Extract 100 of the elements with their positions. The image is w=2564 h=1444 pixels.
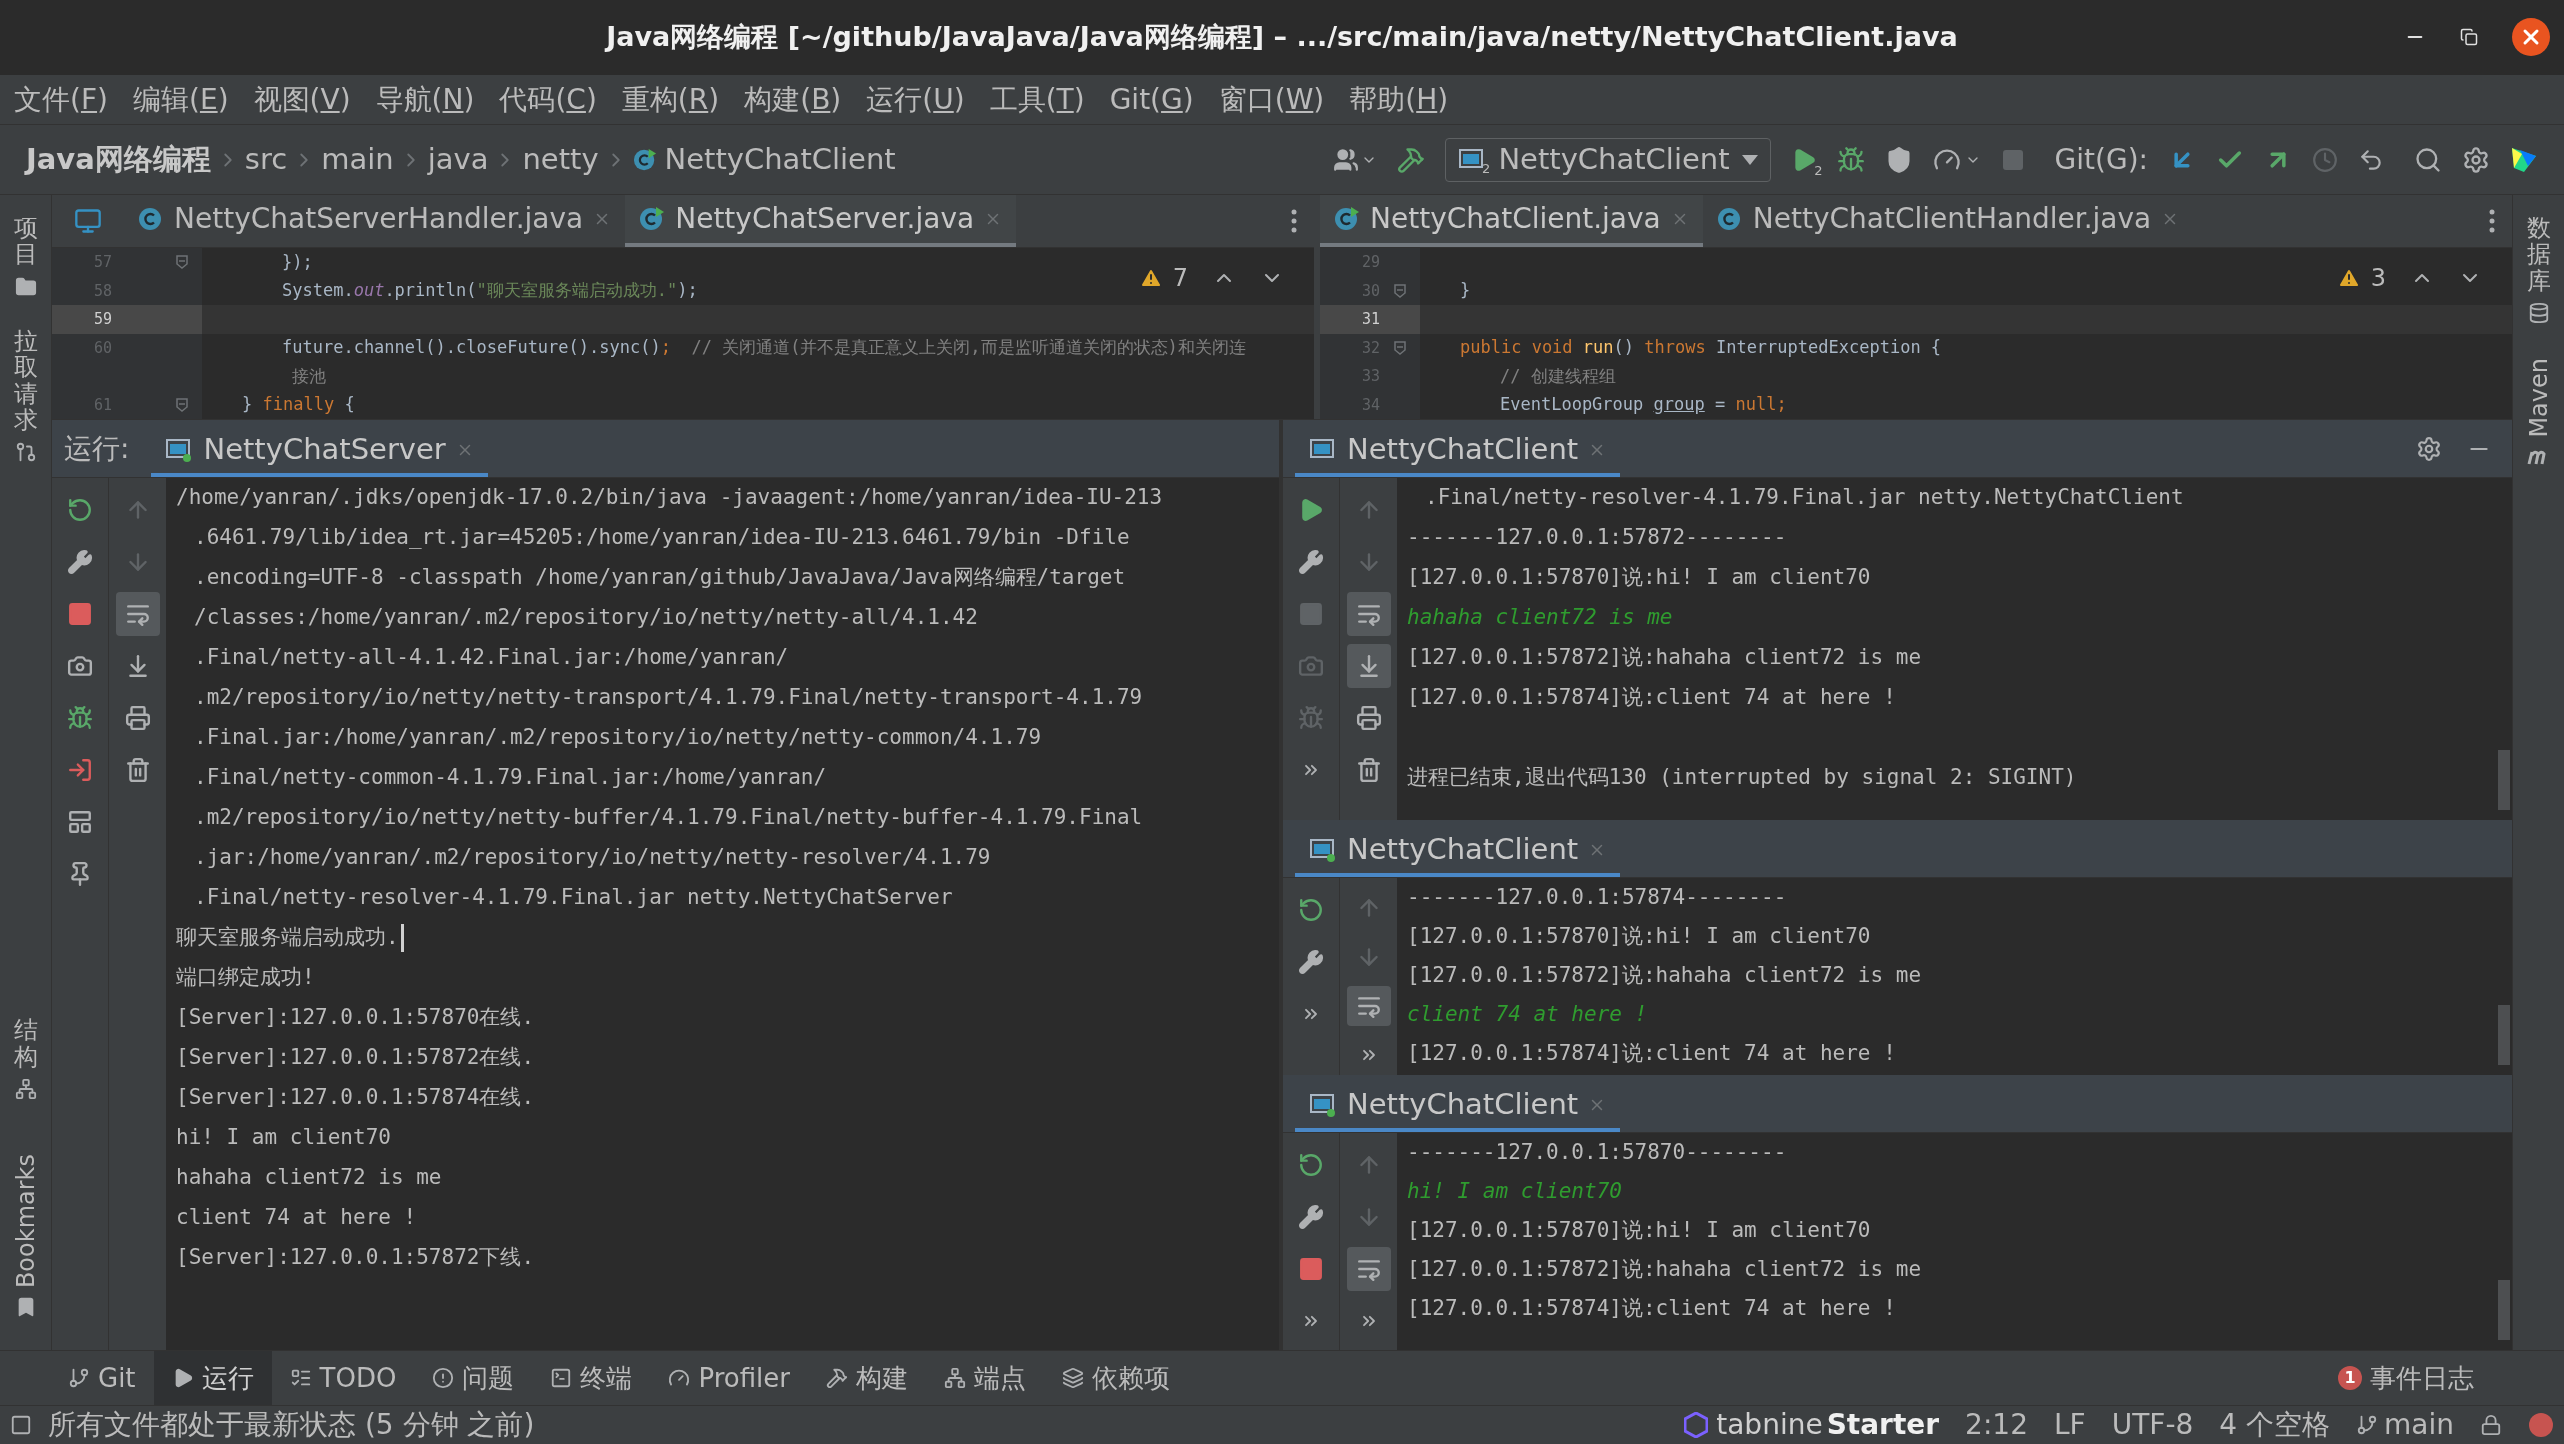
menu-item[interactable]: 运行(U) [866,78,965,121]
breadcrumb[interactable]: Java网络编程 [26,137,211,182]
tab-label: NettyChatServer.java [675,201,975,237]
fold-marker-icon[interactable] [176,397,188,412]
editor-tab[interactable]: NettyChatServer.java [625,195,1017,247]
tool-window-button[interactable]: 结构 [0,1005,51,1112]
console-line: [Server]:127.0.0.1:57874在线. [176,1084,535,1112]
tool-window-button[interactable]: Bookmarks [0,1141,51,1330]
breadcrumb[interactable]: NettyChatClient [632,137,896,182]
more-options-icon[interactable] [1291,209,1297,233]
more-options-icon[interactable] [2489,209,2495,233]
tool-window-tab[interactable]: 终端 [532,1350,651,1406]
search-icon[interactable] [2414,145,2442,174]
settings-icon[interactable] [2462,145,2490,174]
tool-window-button[interactable]: 项目 [0,203,51,310]
hammer-icon[interactable] [1397,145,1426,174]
menu-item[interactable]: 编辑(E) [133,78,229,121]
git-branch[interactable]: main [2356,1404,2454,1444]
console-line: [127.0.0.1:57872]说:hahaha client72 is me [1407,644,1922,672]
console-input-line: hahaha client72 is me [1407,604,1673,632]
event-log-button[interactable]: 1 事件日志 [2338,1358,2474,1398]
tabnine-widget[interactable]: tabnine Starter [1684,1404,1940,1444]
menu-item[interactable]: 导航(N) [375,78,475,121]
tool-window-tab[interactable]: Git [50,1350,154,1406]
breadcrumb[interactable]: src [244,137,288,182]
soft-wrap-icon[interactable] [1346,985,1391,1027]
line-number: 31 [1360,309,1380,330]
editor-tab[interactable]: NettyChatClient.java [1320,195,1703,247]
scrollbar-thumb[interactable] [2498,1280,2510,1340]
code-line: public void run() throws InterruptedException { [1460,336,1942,359]
scrollbar-thumb[interactable] [2498,1005,2510,1065]
tool-window-tab[interactable]: 构建 [807,1350,926,1406]
endpoints-icon [943,1367,966,1389]
file-encoding[interactable]: UTF-8 [2111,1404,2194,1444]
menu-item[interactable]: Git(G) [1109,78,1194,121]
app-logo-icon[interactable] [2510,145,2538,174]
editor-tab[interactable]: NettyChatClientHandler.java [1702,195,2194,247]
menu-item[interactable]: 文件(F) [14,78,108,121]
console-line: .Final/netty-all-4.1.42.Final.jar:/home/yanran/ [194,644,789,672]
warning-count[interactable]: 3 [2370,260,2386,296]
tool-window-tab[interactable]: 依赖项 [1043,1350,1188,1406]
maximize-icon[interactable] [2460,28,2478,46]
code-line: System.out.println("聊天室服务端启动成功."); [282,279,698,302]
tool-window-tab[interactable]: 问题 [414,1350,533,1406]
menu-item[interactable]: 窗口(W) [1218,78,1325,121]
tab-label: NettyChatClient.java [1370,201,1661,237]
scrollbar-thumb[interactable] [2498,750,2510,810]
soft-wrap-icon[interactable] [1346,592,1391,636]
menu-item[interactable]: 代码(C) [499,78,597,121]
breadcrumb[interactable]: netty [522,137,599,182]
tool-window-button[interactable]: 拉取请求 [0,315,51,476]
menu-item[interactable]: 帮助(H) [1349,78,1449,121]
menu-item[interactable]: 构建(B) [744,78,842,121]
window-icon[interactable] [74,207,102,235]
menu-item[interactable]: 重构(R) [621,78,720,121]
debug-icon[interactable] [1836,145,1865,174]
notification-count: 1 [2338,1366,2362,1390]
console-line: [127.0.0.1:57872]说:hahaha client72 is me [1407,961,1922,989]
fold-marker-icon[interactable] [176,255,188,270]
close-button[interactable] [2512,18,2550,56]
tool-window-tab[interactable]: Profiler [650,1350,808,1406]
console-line: /home/yanran/.jdks/openjdk-17.0.2/bin/java -javaagent:/home/yanran/idea-IU-213 [176,484,1163,512]
tool-window-tab[interactable]: TODO [271,1350,415,1406]
soft-wrap-icon[interactable] [1346,1247,1391,1291]
pull-request-icon [14,441,37,464]
fold-marker-icon[interactable] [1394,340,1406,355]
branch-icon [2356,1414,2379,1436]
tool-window-button[interactable]: 数据库 [2513,203,2564,337]
status-toggle-icon[interactable] [10,1414,32,1436]
menu-item[interactable]: 视图(V) [253,78,351,121]
hammer-icon [825,1367,848,1389]
soft-wrap-icon[interactable] [115,592,160,636]
breadcrumb[interactable]: java [427,137,489,182]
tool-window-button[interactable]: Maven [2513,346,2564,478]
console-line: -------127.0.0.1:57874-------- [1407,883,1787,911]
indent-setting[interactable]: 4 个空格 [2219,1404,2331,1444]
lock-icon[interactable] [2480,1414,2502,1436]
window-title: Java网络编程 [~/github/JavaJava/Java网络编程] – .../src/main/java/netty/NettyChatClient.java [606,20,1958,55]
console-line: [127.0.0.1:57874]说:client 74 at here ! [1407,1039,1896,1067]
branch-icon [68,1367,90,1389]
code-line: 接池 [292,364,326,388]
line-separator[interactable]: LF [2053,1404,2086,1444]
settings-icon[interactable] [2416,435,2442,462]
console-line: [127.0.0.1:57874]说:client 74 at here ! [1407,1294,1896,1322]
tool-window-tab[interactable]: 端点 [925,1350,1044,1406]
caret-position[interactable]: 2:12 [1965,1404,2028,1444]
user-icon[interactable] [1333,146,1360,173]
editor-tab[interactable]: NettyChatServerHandler.java [124,195,626,247]
error-indicator-icon[interactable] [2528,1412,2554,1438]
menu-item[interactable]: 工具(T) [989,78,1085,121]
tool-window-tab[interactable]: 运行 [153,1350,272,1406]
database-icon [2527,302,2550,325]
fold-marker-icon[interactable] [1394,283,1406,298]
warning-count[interactable]: 7 [1172,260,1188,296]
breadcrumb[interactable]: main [321,137,394,182]
console-line: .6461.79/lib/idea_rt.jar=45205:/home/yanran/idea-IU-213.6461.79/bin -Dfile [194,524,1130,552]
console-line: .encoding=UTF-8 -classpath /home/yanran/github/JavaJava/Java网络编程/target [194,564,1126,592]
run-config-dropdown[interactable]: 2 NettyChatClient [1445,137,1771,182]
scroll-to-end-icon[interactable] [1346,644,1391,688]
run-tab-label: NettyChatClient [1347,1086,1579,1124]
